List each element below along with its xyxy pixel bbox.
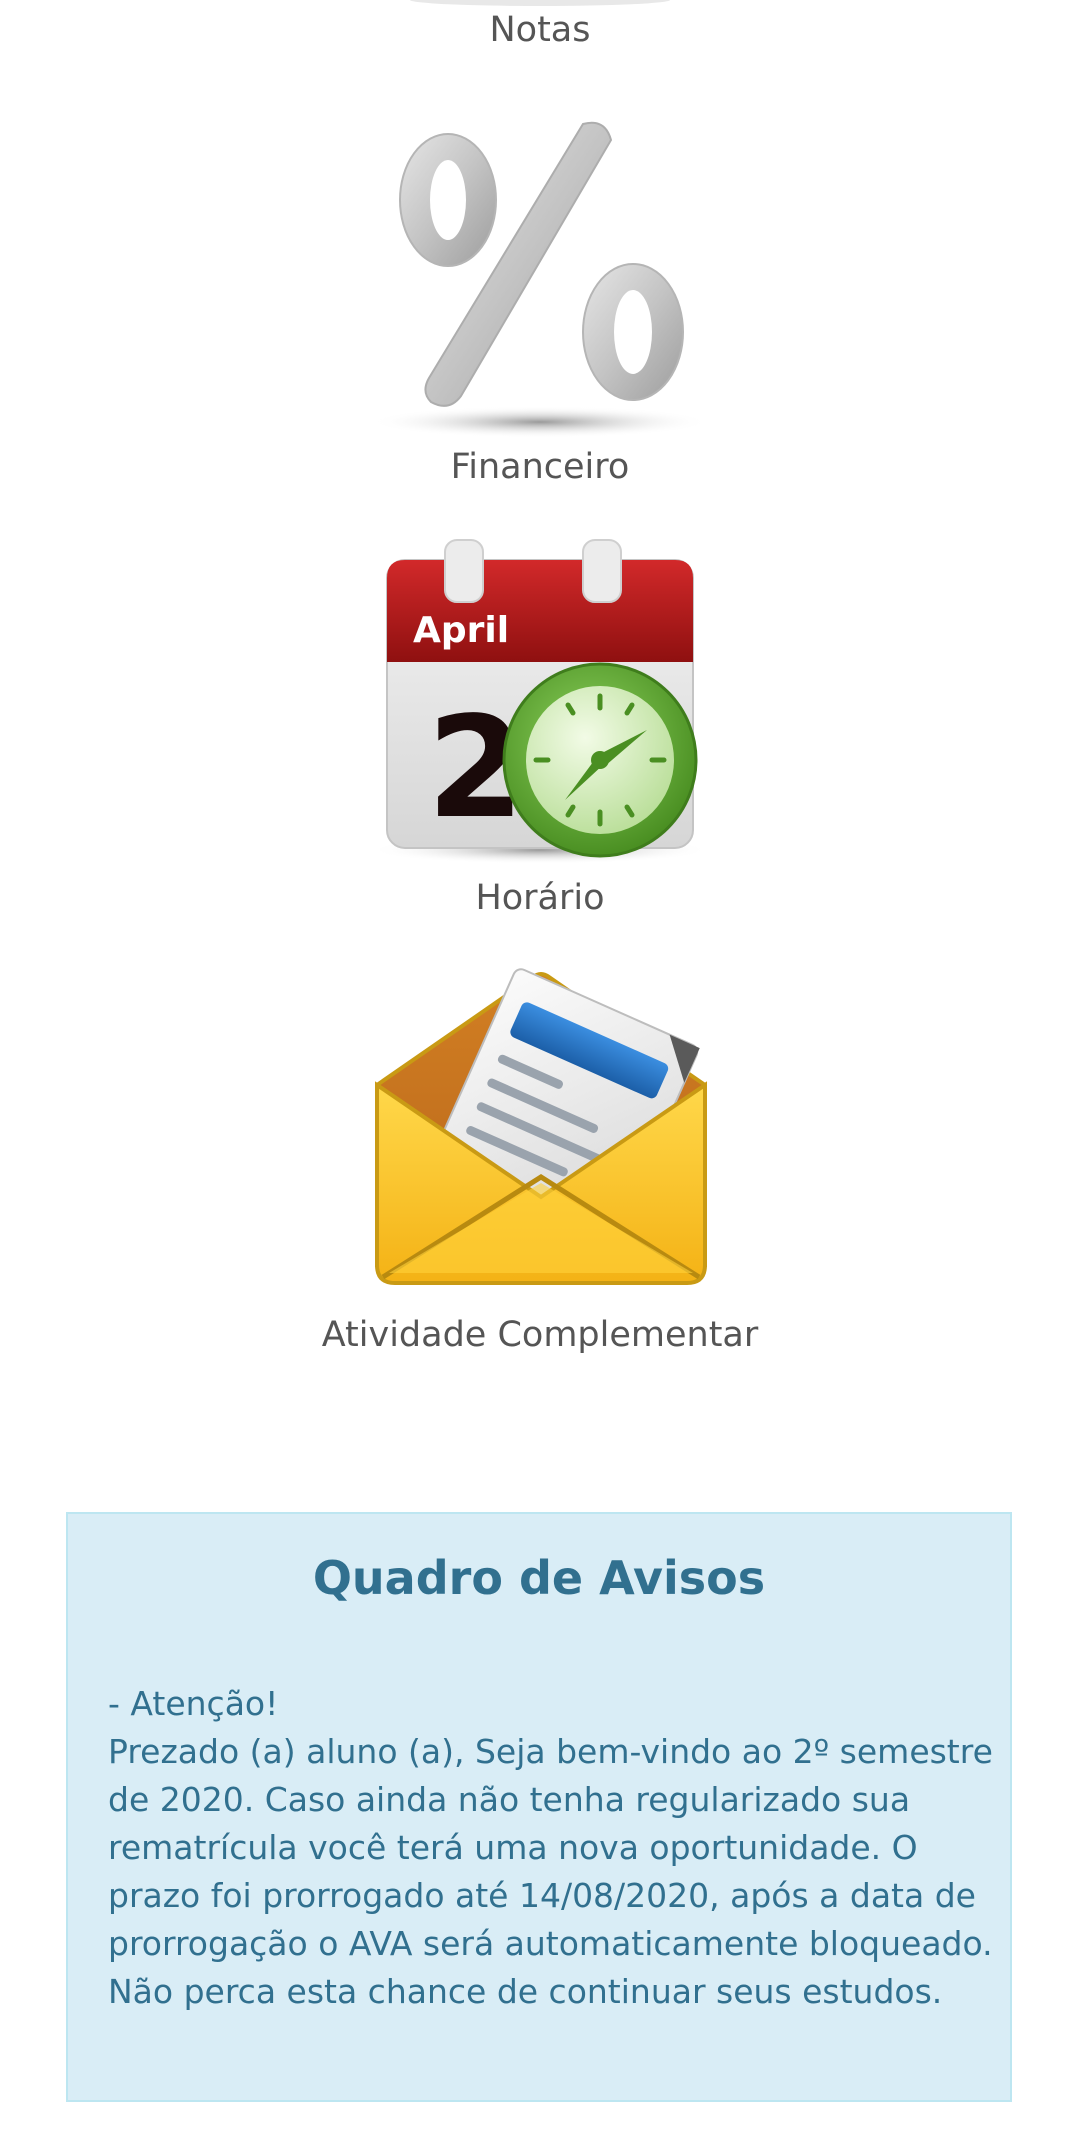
notice-line: rematrícula você terá uma nova oportunid… bbox=[108, 1828, 918, 1867]
envelope-document-icon bbox=[365, 965, 715, 1305]
page: Notas Financeiro April 2 Horário Ativida… bbox=[0, 0, 1080, 2143]
calendar-clock-icon: April 2 bbox=[365, 530, 715, 870]
notice-board-title: Quadro de Avisos bbox=[312, 1551, 766, 1605]
notas-icon bbox=[410, 0, 670, 6]
menu-item-horario-label: Horário bbox=[475, 878, 605, 918]
menu-item-atividade-complementar-label: Atividade Complementar bbox=[321, 1315, 759, 1355]
notice-board-body: - Atenção! Prezado (a) aluno (a), Seja b… bbox=[108, 1680, 993, 2016]
menu-item-atividade-complementar[interactable]: Atividade Complementar bbox=[0, 965, 1080, 1365]
notice-line: prorrogação o AVA será automaticamente b… bbox=[108, 1924, 993, 1963]
menu-item-financeiro-label: Financeiro bbox=[450, 447, 630, 487]
menu-item-notas[interactable]: Notas bbox=[0, 0, 1080, 60]
calendar-month-text: April bbox=[413, 610, 509, 651]
notice-line: de 2020. Caso ainda não tenha regulariza… bbox=[108, 1780, 911, 1819]
menu-item-financeiro[interactable]: Financeiro bbox=[0, 100, 1080, 500]
menu-item-horario[interactable]: April 2 Horário bbox=[0, 530, 1080, 930]
notice-line: Não perca esta chance de continuar seus … bbox=[108, 1972, 943, 2011]
notice-board: Quadro de Avisos - Atenção! Prezado (a) … bbox=[66, 1512, 1012, 2102]
notice-line: prazo foi prorrogado até 14/08/2020, apó… bbox=[108, 1876, 976, 1915]
percent-icon bbox=[365, 100, 715, 445]
menu-item-notas-label: Notas bbox=[489, 10, 591, 50]
notice-line: Prezado (a) aluno (a), Seja bem-vindo ao… bbox=[108, 1732, 993, 1771]
notice-heading: - Atenção! bbox=[108, 1684, 279, 1723]
